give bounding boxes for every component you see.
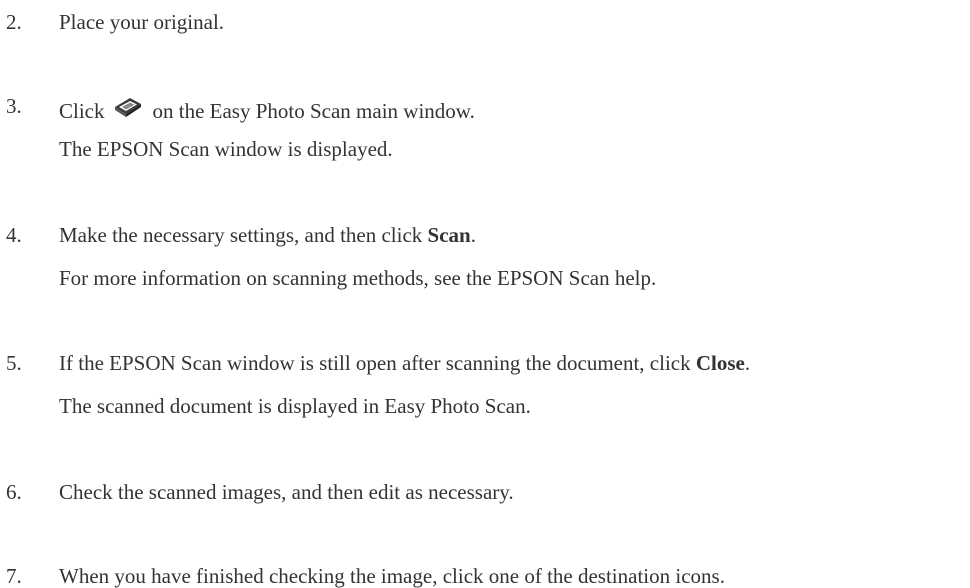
step-subtext: The EPSON Scan window is displayed. <box>59 137 393 161</box>
step-text-after: . <box>470 223 476 247</box>
step-number: 4. <box>6 223 22 247</box>
step-text-before: Click <box>59 99 105 123</box>
step-bold-term: Close <box>695 351 745 375</box>
step-text: Make the necessary settings, and then cl… <box>59 223 476 247</box>
step-text: If the EPSON Scan window is still open a… <box>59 351 750 375</box>
instruction-list: 2. Place your original. 3. Click on the … <box>0 0 970 588</box>
step-number: 5. <box>6 351 22 375</box>
step-text: Click on the Easy Photo Scan main window… <box>59 94 475 123</box>
step-text: Place your original. <box>59 10 225 34</box>
step-number: 7. <box>6 564 22 588</box>
step-text-after: . <box>744 351 751 375</box>
step-bold-term: Scan <box>427 223 471 247</box>
step-number: 6. <box>6 480 22 504</box>
step-text-after: on the Easy Photo Scan main window. <box>152 99 475 123</box>
scanner-icon <box>113 94 143 120</box>
step-text-before: If the EPSON Scan window is still open a… <box>59 351 696 375</box>
step-text: Check the scanned images, and then edit … <box>59 480 514 504</box>
step-text: When you have finished checking the imag… <box>59 564 725 588</box>
step-number: 3. <box>6 94 22 118</box>
step-subtext: For more information on scanning methods… <box>59 266 657 290</box>
step-subtext: The scanned document is displayed in Eas… <box>59 394 531 418</box>
step-text-before: Make the necessary settings, and then cl… <box>59 223 428 247</box>
step-number: 2. <box>6 10 22 34</box>
